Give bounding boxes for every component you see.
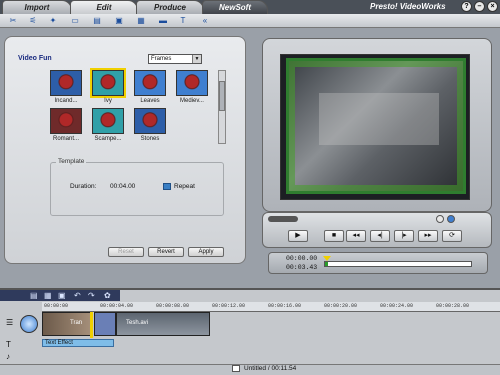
effects-icon[interactable]: ✦ xyxy=(46,15,60,27)
text-effect-clip[interactable]: Text Effect xyxy=(42,339,114,347)
thumbnail-scrollbar[interactable] xyxy=(218,70,226,144)
help-button[interactable]: ? xyxy=(461,1,472,12)
duration-value[interactable]: 00:04.00 xyxy=(110,183,135,190)
thumb-label: Romant... xyxy=(52,136,79,142)
thumb-label: Ivy xyxy=(104,98,112,104)
thumb-incandescent[interactable] xyxy=(50,70,82,96)
monitor-icon[interactable]: ▬ xyxy=(156,15,170,27)
tab-produce[interactable]: Produce xyxy=(136,0,204,14)
film-icon[interactable]: ▦ xyxy=(134,15,148,27)
apply-button[interactable]: Apply xyxy=(188,247,224,257)
thumb-stones[interactable] xyxy=(134,108,166,134)
dropdown-value: Frames xyxy=(151,56,172,62)
close-button[interactable]: × xyxy=(487,1,498,12)
playhead[interactable] xyxy=(90,312,93,338)
app-title: Presto! VideoWorks xyxy=(370,2,446,11)
video-track-icon[interactable] xyxy=(20,315,38,333)
reset-button[interactable]: Reset xyxy=(108,247,144,257)
redo-icon[interactable]: ↷ xyxy=(88,291,95,300)
scrollbar-thumb[interactable] xyxy=(219,81,225,111)
next-frame-button[interactable]: |▸ xyxy=(394,230,414,242)
scrubber-handle[interactable] xyxy=(322,256,331,261)
revert-button[interactable]: Revert xyxy=(148,247,184,257)
clip-2-label: Tesh.avi xyxy=(126,320,149,326)
tab-newsoft[interactable]: NewSoft xyxy=(202,0,268,14)
transition-marker[interactable] xyxy=(94,312,116,336)
minimize-button[interactable]: – xyxy=(474,1,485,12)
video-fun-title: Video Fun xyxy=(18,55,52,62)
record-icon[interactable] xyxy=(436,215,444,223)
loop-icon[interactable]: ⟳ xyxy=(442,230,462,242)
effect-type-dropdown[interactable]: Frames ▼ xyxy=(148,54,202,64)
new-project-icon[interactable]: ▤ xyxy=(30,291,38,300)
thumb-ivy[interactable] xyxy=(90,68,126,98)
ruler-mark: 00:00:12.00 xyxy=(212,303,246,309)
undo-icon[interactable]: ↶ xyxy=(74,291,81,300)
duration-label: Duration: xyxy=(70,183,97,190)
total-time: 00:03.43 xyxy=(286,264,318,271)
template-title: Template xyxy=(56,158,87,165)
ruler-mark: 00:00:24.00 xyxy=(380,303,414,309)
thumb-medieval[interactable] xyxy=(176,70,208,96)
video-preview xyxy=(286,58,466,194)
clip-1[interactable] xyxy=(42,312,92,336)
current-time: 00:00.00 xyxy=(286,255,318,262)
stop-button[interactable]: ■ xyxy=(324,230,344,242)
playback-progress xyxy=(325,262,328,266)
thumb-label: Scampe... xyxy=(94,136,122,142)
thumb-label: Mediev... xyxy=(180,98,204,104)
text-track-icon[interactable]: T xyxy=(6,340,11,349)
repeat-icon[interactable] xyxy=(163,183,171,190)
audio-track-icon[interactable]: ♪ xyxy=(6,352,10,361)
ruler-mark: 00:00:04.00 xyxy=(100,303,134,309)
settings-icon[interactable]: ✿ xyxy=(104,291,111,300)
ruler-mark: 00:00:28.00 xyxy=(436,303,470,309)
track-toggle-icon[interactable]: ☰ xyxy=(6,318,13,327)
prev-frame-button[interactable]: ◂| xyxy=(370,230,390,242)
repeat-label: Repeat xyxy=(174,183,195,190)
thumb-romantic[interactable] xyxy=(50,108,82,134)
tab-import[interactable]: Import xyxy=(2,0,72,14)
ruler-mark: 00:00:20.00 xyxy=(324,303,358,309)
snapshot-icon[interactable] xyxy=(447,215,455,223)
frames-icon[interactable]: ▣ xyxy=(112,15,126,27)
clip-1-label: Tran xyxy=(70,320,83,326)
timeline-ruler[interactable]: 00:00:00 00:00:04.00 00:00:08.00 00:00:1… xyxy=(42,302,500,312)
rewind-button[interactable]: ◂◂ xyxy=(346,230,366,242)
status-text: Untitled / 00:11.54 xyxy=(244,365,297,372)
thumb-label: Stones xyxy=(140,136,160,142)
collapse-icon[interactable]: « xyxy=(198,15,212,27)
thumb-label: Incand... xyxy=(54,98,78,104)
cut-icon[interactable]: ✂ xyxy=(6,15,20,27)
playback-track[interactable] xyxy=(324,261,472,267)
open-icon[interactable]: ▦ xyxy=(44,291,52,300)
thumb-label: Leaves xyxy=(140,98,160,104)
fast-forward-button[interactable]: ▸▸ xyxy=(418,230,438,242)
thumbnail-grid: Incand... Ivy Leaves Mediev... Romant...… xyxy=(50,68,220,148)
chevron-down-icon[interactable]: ▼ xyxy=(192,55,201,63)
thumb-scamper[interactable] xyxy=(92,108,124,134)
transition-icon[interactable]: ▭ xyxy=(68,15,82,27)
play-button[interactable]: ▶ xyxy=(288,230,308,242)
ruler-mark: 00:00:08.00 xyxy=(156,303,190,309)
volume-slider[interactable] xyxy=(268,216,298,222)
save-icon[interactable]: ▣ xyxy=(58,291,66,300)
tab-edit[interactable]: Edit xyxy=(70,0,138,14)
document-icon xyxy=(232,365,240,372)
thumb-leaves[interactable] xyxy=(134,70,166,96)
split-icon[interactable]: ⚟ xyxy=(26,15,40,27)
overlay-icon[interactable]: ▤ xyxy=(90,15,104,27)
ruler-mark: 00:00:00 xyxy=(44,303,69,309)
text-icon[interactable]: T xyxy=(176,15,190,27)
ruler-mark: 00:00:16.00 xyxy=(268,303,302,309)
